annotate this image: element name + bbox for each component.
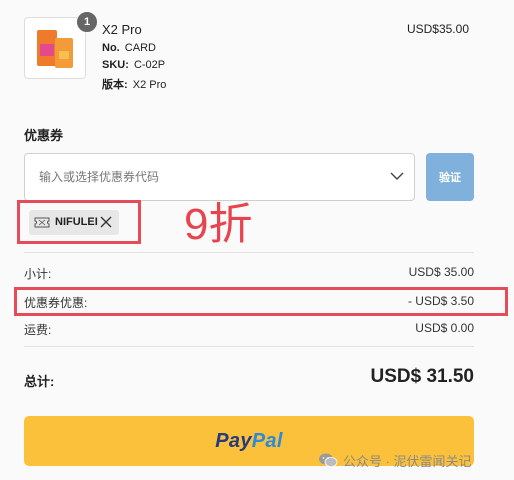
shipping-value: USD$ 0.00: [415, 321, 474, 335]
product-name: X2 Pro: [102, 22, 142, 37]
chevron-down-icon[interactable]: [390, 169, 404, 183]
verify-button[interactable]: 验证: [426, 153, 474, 201]
coupon-title: 优惠券: [24, 128, 64, 143]
paypal-logo-pay: Pay: [215, 429, 252, 452]
total-label: 总计:: [24, 374, 55, 389]
product-sku: SKU: C-02P: [102, 59, 166, 71]
quantity-badge: 1: [76, 11, 98, 33]
divider: [24, 252, 474, 253]
close-icon[interactable]: [100, 216, 112, 228]
discount-label: 优惠券优惠:: [24, 296, 88, 310]
paypal-logo-pal: Pal: [251, 429, 283, 452]
coupon-tag-icon: [34, 217, 50, 228]
subtotal-label: 小计:: [24, 267, 52, 281]
shipping-label: 运费:: [24, 323, 52, 337]
product-no: No. CARD: [102, 42, 156, 54]
product-version: 版本: X2 Pro: [102, 79, 167, 91]
card-image-back: [55, 38, 73, 68]
watermark-text: 公众号 · 泥伏雷闻关记: [343, 453, 472, 469]
watermark: 公众号 · 泥伏雷闻关记: [318, 450, 472, 470]
discount-value: - USD$ 3.50: [407, 294, 474, 308]
discount-annotation: 9折: [184, 200, 253, 249]
applied-coupon-code: NIFULEI: [55, 216, 98, 228]
subtotal-value: USD$ 35.00: [408, 265, 474, 279]
divider: [24, 346, 474, 347]
coupon-select[interactable]: [24, 153, 415, 201]
product-price: USD$35.00: [406, 22, 469, 36]
coupon-input[interactable]: [25, 154, 365, 200]
applied-coupon-tag: NIFULEI: [29, 210, 119, 235]
total-value: USD$ 31.50: [370, 366, 474, 387]
wechat-icon: [319, 453, 338, 467]
card-image-front: [37, 30, 57, 66]
